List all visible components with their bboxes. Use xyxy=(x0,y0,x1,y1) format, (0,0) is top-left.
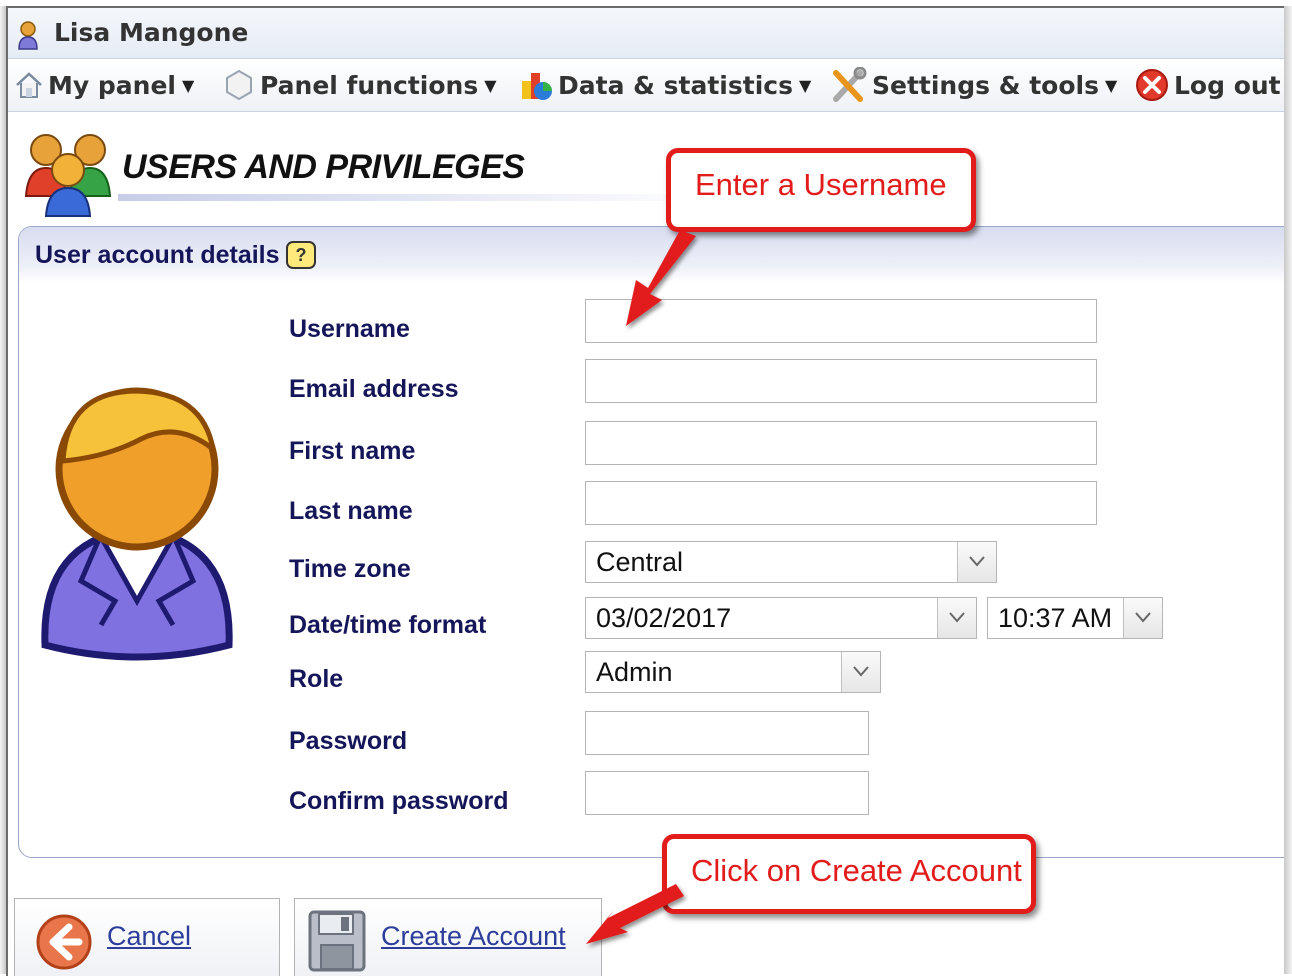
arrow-to-username xyxy=(626,230,696,326)
app-window: Lisa Mangone My panel ▼ Panel functions ▼ xyxy=(6,6,1284,976)
callout-arrows xyxy=(586,230,696,944)
arrow-to-create-account xyxy=(586,884,684,944)
